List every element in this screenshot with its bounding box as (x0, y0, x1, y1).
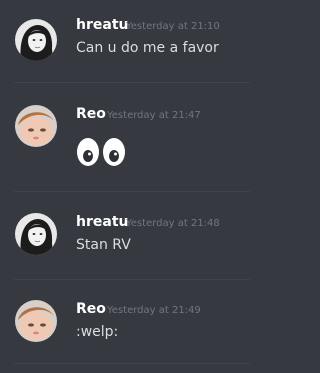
message-timestamp: Yesterday at 21:47 (107, 110, 201, 121)
message-timestamp: Yesterday at 21:10 (126, 21, 220, 32)
chat-message-list: hreatu Yesterday at 21:10 Can u do me a … (0, 0, 264, 373)
eyes-emoji[interactable] (76, 137, 128, 167)
message-author[interactable]: Reo (76, 106, 106, 122)
message-content: :welp: (76, 324, 119, 340)
message-content: Stan RV (76, 237, 131, 253)
message-divider (14, 363, 250, 364)
message-author[interactable]: Reo (76, 301, 106, 317)
message-content: Can u do me a favor (76, 40, 219, 56)
message-timestamp: Yesterday at 21:49 (107, 305, 201, 316)
avatar-hreatu[interactable] (15, 19, 57, 61)
message-author[interactable]: hreatu (76, 17, 128, 33)
message-author[interactable]: hreatu (76, 214, 128, 230)
message-timestamp: Yesterday at 21:48 (126, 218, 220, 229)
avatar-hreatu[interactable] (15, 213, 57, 255)
message-divider (14, 191, 250, 192)
avatar-reo[interactable] (15, 300, 57, 342)
message-divider (14, 82, 250, 83)
message-divider (14, 279, 250, 280)
avatar-reo[interactable] (15, 105, 57, 147)
